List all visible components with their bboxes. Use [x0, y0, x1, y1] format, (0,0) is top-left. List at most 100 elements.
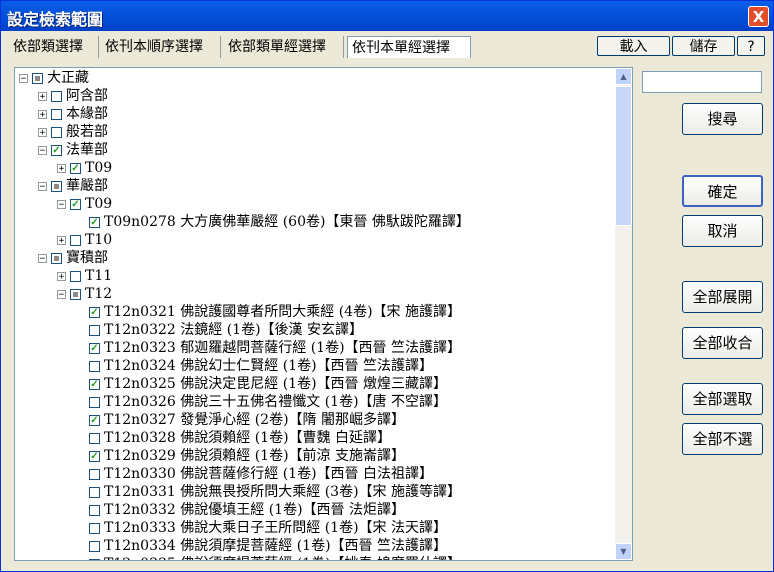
tree-node[interactable]: T12n0324 佛說幻士仁賢經 (1卷)【西晉 竺法護譯】 — [76, 357, 433, 375]
tree-node-label: T12n0322 法鏡經 (1卷)【後漢 安玄譯】 — [104, 322, 363, 338]
checkbox-icon[interactable] — [89, 432, 100, 444]
partial-checkbox-icon[interactable] — [51, 180, 62, 192]
tree-node[interactable]: ✓ T12n0329 佛說須賴經 (1卷)【前涼 支施崙譯】 — [76, 447, 405, 465]
tab-by-edition-sutra[interactable]: 依刊本單經選擇 — [347, 36, 471, 58]
scroll-thumb[interactable] — [615, 86, 632, 226]
scroll-down-icon[interactable]: ▼ — [615, 543, 632, 560]
checkbox-icon[interactable] — [51, 90, 62, 102]
checkbox-icon[interactable] — [89, 486, 100, 498]
tree-node[interactable]: + 阿含部 — [38, 87, 108, 105]
partial-checkbox-icon[interactable] — [51, 252, 62, 264]
expand-icon[interactable]: + — [57, 271, 66, 281]
checked-checkbox-icon[interactable]: ✓ — [89, 378, 100, 390]
checked-checkbox-icon[interactable]: ✓ — [70, 162, 81, 174]
checked-checkbox-icon[interactable]: ✓ — [51, 144, 62, 156]
expand-icon[interactable]: + — [38, 127, 47, 137]
tab-by-category-sutra[interactable]: 依部類單經選擇 — [224, 36, 344, 58]
tree-node[interactable]: T12n0330 佛說菩薩修行經 (1卷)【西晉 白法祖譯】 — [76, 465, 433, 483]
checkbox-icon[interactable] — [89, 558, 100, 560]
checkbox-icon[interactable] — [89, 522, 100, 534]
tree-node[interactable]: + ✓ T09 — [57, 159, 112, 177]
tree-node[interactable]: − ✓ T09 — [57, 195, 112, 213]
partial-checkbox-icon[interactable] — [32, 72, 43, 84]
vertical-scrollbar[interactable]: ▲ ▼ — [615, 68, 632, 560]
collapse-icon[interactable]: − — [38, 253, 47, 263]
tree-node-label: T12n0323 郁迦羅越問菩薩行經 (1卷)【西晉 竺法護譯】 — [104, 340, 461, 356]
checkbox-icon[interactable] — [89, 324, 100, 336]
tree-node[interactable]: T12n0322 法鏡經 (1卷)【後漢 安玄譯】 — [76, 321, 363, 339]
checkbox-icon[interactable] — [89, 396, 100, 408]
checkbox-icon[interactable] — [89, 468, 100, 480]
checked-checkbox-icon[interactable]: ✓ — [89, 216, 100, 228]
checkbox-icon[interactable] — [89, 540, 100, 552]
search-input[interactable] — [642, 71, 762, 93]
tree-node[interactable]: + T10 — [57, 231, 112, 249]
tab-by-edition-order[interactable]: 依刊本順序選擇 — [101, 36, 221, 58]
expand-icon[interactable]: + — [57, 235, 66, 245]
collapse-icon[interactable]: − — [19, 73, 28, 83]
tree-node-label: T12n0325 佛說決定毘尼經 (1卷)【西晉 燉煌三藏譯】 — [104, 376, 447, 392]
close-icon[interactable]: X — [748, 6, 769, 27]
tree-node[interactable]: T12n0333 佛說大乘日子王所問經 (1卷)【宋 法天譯】 — [76, 519, 447, 537]
checkbox-icon[interactable] — [70, 270, 81, 282]
checkbox-icon[interactable] — [89, 504, 100, 516]
tree-node-label: 寶積部 — [66, 250, 108, 266]
tree-view[interactable]: − 大正藏 + 阿含部 + 本緣部 + 般若部 − ✓ 法華部 + ✓ T09− 華嚴部 − ✓ T09 ✓ T09n… — [14, 67, 633, 561]
tree-node[interactable]: + 般若部 — [38, 123, 108, 141]
dialog-window: 設定檢索範圍 X 依部類選擇 依刊本順序選擇 依部類單經選擇 依刊本單經選擇 載… — [0, 0, 774, 572]
checkbox-icon[interactable] — [70, 234, 81, 246]
collapse-icon[interactable]: − — [57, 199, 66, 209]
tree-node[interactable]: + 本緣部 — [38, 105, 108, 123]
help-button[interactable]: ? — [737, 36, 765, 56]
tree-node-label: T12n0333 佛說大乘日子王所問經 (1卷)【宋 法天譯】 — [104, 520, 447, 536]
select-all-button[interactable]: 全部選取 — [682, 383, 763, 415]
tree-node[interactable]: − 大正藏 — [19, 69, 89, 87]
checkbox-icon[interactable] — [89, 360, 100, 372]
collapse-all-button[interactable]: 全部收合 — [682, 327, 763, 359]
tree-node[interactable]: T12n0335 佛說須摩提菩薩經 (1卷)【姚秦 鳩摩羅什譯】 — [76, 555, 461, 560]
partial-checkbox-icon[interactable] — [70, 288, 81, 300]
tree-node[interactable]: ✓ T12n0323 郁迦羅越問菩薩行經 (1卷)【西晉 竺法護譯】 — [76, 339, 461, 357]
expand-icon[interactable]: + — [38, 91, 47, 101]
load-button[interactable]: 載入 — [597, 36, 670, 56]
tree-node[interactable]: ✓ T12n0325 佛說決定毘尼經 (1卷)【西晉 燉煌三藏譯】 — [76, 375, 447, 393]
tree-node[interactable]: T12n0326 佛說三十五佛名禮懺文 (1卷)【唐 不空譯】 — [76, 393, 447, 411]
checked-checkbox-icon[interactable]: ✓ — [89, 450, 100, 462]
tree-node-label: T12n0331 佛說無畏授所問大乘經 (3卷)【宋 施護等譯】 — [104, 484, 461, 500]
tree-node[interactable]: − 寶積部 — [38, 249, 108, 267]
tree-content: − 大正藏 + 阿含部 + 本緣部 + 般若部 − ✓ 法華部 + ✓ T09− 華嚴部 − ✓ T09 ✓ T09n… — [15, 68, 615, 560]
checkbox-icon[interactable] — [51, 108, 62, 120]
tree-node[interactable]: T12n0332 佛說優填王經 (1卷)【西晉 法炬譯】 — [76, 501, 405, 519]
scroll-up-icon[interactable]: ▲ — [615, 68, 632, 85]
tree-node[interactable]: T12n0331 佛說無畏授所問大乘經 (3卷)【宋 施護等譯】 — [76, 483, 461, 501]
tree-node[interactable]: ✓ T09n0278 大方廣佛華嚴經 (60卷)【東晉 佛馱跋陀羅譯】 — [76, 213, 470, 231]
tree-node[interactable]: − 華嚴部 — [38, 177, 108, 195]
deselect-all-button[interactable]: 全部不選 — [682, 423, 763, 455]
search-button[interactable]: 搜尋 — [682, 103, 763, 135]
collapse-icon[interactable]: − — [57, 289, 66, 299]
expand-all-button[interactable]: 全部展開 — [682, 281, 763, 313]
checked-checkbox-icon[interactable]: ✓ — [89, 342, 100, 354]
checked-checkbox-icon[interactable]: ✓ — [70, 198, 81, 210]
tree-node-label: T12n0328 佛說須賴經 (1卷)【曹魏 白延譯】 — [104, 430, 391, 446]
expand-icon[interactable]: + — [38, 109, 47, 119]
title-bar[interactable]: 設定檢索範圍 X — [1, 1, 773, 31]
tree-node[interactable]: ✓ T12n0327 發覺淨心經 (2卷)【隋 闍那崛多譯】 — [76, 411, 405, 429]
tree-node[interactable]: ✓ T12n0321 佛說護國尊者所問大乘經 (4卷)【宋 施護譯】 — [76, 303, 461, 321]
checked-checkbox-icon[interactable]: ✓ — [89, 414, 100, 426]
tree-node[interactable]: T12n0334 佛說須摩提菩薩經 (1卷)【西晉 竺法護譯】 — [76, 537, 447, 555]
tab-by-category[interactable]: 依部類選擇 — [9, 36, 99, 58]
checkbox-icon[interactable] — [51, 126, 62, 138]
expand-icon[interactable]: + — [57, 163, 66, 173]
checked-checkbox-icon[interactable]: ✓ — [89, 306, 100, 318]
window-title: 設定檢索範圍 — [7, 10, 104, 29]
collapse-icon[interactable]: − — [38, 145, 47, 155]
tree-node[interactable]: T12n0328 佛說須賴經 (1卷)【曹魏 白延譯】 — [76, 429, 391, 447]
cancel-button[interactable]: 取消 — [682, 215, 763, 247]
collapse-icon[interactable]: − — [38, 181, 47, 191]
tree-node[interactable]: + T11 — [57, 267, 112, 285]
ok-button[interactable]: 確定 — [682, 175, 763, 207]
tree-node[interactable]: − T12 — [57, 285, 112, 303]
tree-node[interactable]: − ✓ 法華部 — [38, 141, 108, 159]
save-button[interactable]: 儲存 — [672, 36, 735, 56]
